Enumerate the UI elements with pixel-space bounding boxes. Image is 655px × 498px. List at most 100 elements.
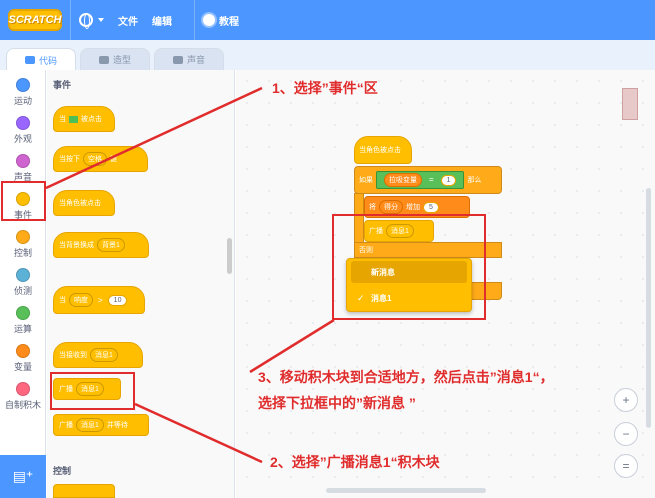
- editor-tabs: 代码 造型 声音: [0, 40, 655, 71]
- category-my-blocks[interactable]: 自制积木: [0, 380, 46, 418]
- my-blocks-color-dot: [16, 382, 30, 396]
- block-text: 将: [369, 204, 376, 211]
- annotation-step3: 3、移动积木块到合适地方，然后点击”消息1“，选择下拉框中的”新消息 ”: [258, 369, 554, 411]
- category-label: 控制: [13, 248, 32, 258]
- workspace-vertical-scrollbar[interactable]: [646, 188, 651, 428]
- file-menu[interactable]: 文件: [118, 13, 138, 28]
- menu-divider: [70, 0, 71, 40]
- highlight-broadcast-block: [50, 372, 135, 410]
- script-hat-sprite-clicked[interactable]: 当角色被点击: [354, 136, 412, 164]
- speaker-icon: [172, 55, 183, 64]
- tab-code-label: 代码: [38, 55, 57, 66]
- workspace-horizontal-scrollbar[interactable]: [326, 488, 486, 493]
- tab-costumes[interactable]: 造型: [80, 48, 150, 70]
- equals-operator[interactable]: 拉吸变量 = 1: [376, 171, 465, 189]
- variable-reporter[interactable]: 拉吸变量: [384, 173, 422, 187]
- block-when-i-receive[interactable]: 当接收到 消息1: [53, 342, 143, 368]
- palette-section-events: 事件: [53, 80, 72, 90]
- sound-color-dot: [16, 154, 30, 168]
- green-flag-icon: [69, 115, 78, 123]
- tab-costumes-label: 造型: [112, 55, 131, 65]
- loudness-dropdown[interactable]: 响度: [69, 293, 93, 307]
- block-broadcast-and-wait[interactable]: 广播 消息1 并等待: [53, 414, 149, 436]
- block-text: 当按下: [59, 156, 80, 163]
- tab-code[interactable]: 代码: [6, 48, 76, 71]
- zoom-reset-icon: =: [622, 459, 630, 473]
- scratch-logo[interactable]: SCRATCH: [8, 9, 62, 31]
- block-when-flag-clicked[interactable]: 当 被点击: [53, 106, 115, 132]
- if-else-block[interactable]: 如果 拉吸变量 = 1 那么: [354, 166, 502, 194]
- zoom-out-button[interactable]: −: [614, 422, 638, 446]
- looks-color-dot: [16, 116, 30, 130]
- block-text: 当: [59, 297, 66, 304]
- chevron-down-icon: [98, 18, 104, 22]
- key-dropdown[interactable]: 空格: [83, 152, 107, 166]
- menu-bar: SCRATCH 文件 编辑 教程: [0, 0, 655, 40]
- variables-color-dot: [16, 344, 30, 358]
- language-menu[interactable]: [79, 13, 104, 29]
- add-extension-button[interactable]: ▤⁺: [0, 455, 46, 498]
- category-sensing[interactable]: 侦测: [0, 266, 46, 304]
- block-text: 广播: [59, 422, 73, 429]
- block-text: 当接收到: [59, 352, 87, 359]
- block-when-key-pressed[interactable]: 当按下 空格 键: [53, 146, 148, 172]
- annotation-step1: 1、选择”事件“区: [272, 80, 378, 96]
- code-icon: [24, 56, 35, 64]
- palette-scrollbar[interactable]: [227, 238, 232, 274]
- then-label: 那么: [467, 177, 482, 184]
- block-control-partial[interactable]: [53, 484, 115, 498]
- tab-sounds-label: 声音: [186, 55, 205, 65]
- category-motion[interactable]: 运动: [0, 76, 46, 114]
- zoom-out-icon: −: [622, 427, 630, 441]
- category-label: 侦测: [13, 286, 32, 296]
- block-text: 当: [59, 116, 66, 123]
- annotation-step2: 2、选择”广播消息1“积木块: [270, 454, 440, 470]
- zoom-reset-button[interactable]: =: [614, 454, 638, 478]
- palette-section-control: 控制: [53, 466, 72, 476]
- operators-color-dot: [16, 306, 30, 320]
- category-looks[interactable]: 外观: [0, 114, 46, 152]
- message-dropdown[interactable]: 消息1: [76, 418, 104, 432]
- category-label: 自制积木: [4, 400, 41, 410]
- highlight-dropdown-area: [332, 214, 486, 320]
- extension-icon: ▤⁺: [12, 468, 34, 484]
- tutorials-menu[interactable]: 教程: [203, 13, 239, 28]
- block-when-greater-than[interactable]: 当 响度 > 10: [53, 286, 145, 314]
- zoom-in-button[interactable]: +: [614, 388, 638, 412]
- sensing-color-dot: [16, 268, 30, 282]
- category-list: 运动 外观 声音 事件 控制 侦测 运算 变量 自制积木: [0, 70, 46, 455]
- zoom-in-icon: +: [622, 393, 630, 407]
- brush-icon: [98, 55, 109, 64]
- message-dropdown[interactable]: 消息1: [90, 348, 118, 362]
- motion-color-dot: [16, 78, 30, 92]
- block-when-backdrop-switches[interactable]: 当背景换成 背景1: [53, 232, 149, 258]
- edit-menu[interactable]: 编辑: [152, 13, 172, 28]
- block-text: 键: [110, 156, 117, 163]
- sprite-thumbnail: [622, 88, 638, 120]
- category-label: 运动: [13, 96, 32, 106]
- category-label: 变量: [13, 362, 32, 372]
- backdrop-dropdown[interactable]: 背景1: [97, 238, 125, 252]
- lightbulb-icon: [203, 14, 215, 26]
- globe-icon: [79, 13, 93, 29]
- if-label: 如果: [359, 177, 373, 184]
- block-text: 增加: [406, 204, 420, 211]
- highlight-events-category: [1, 181, 46, 221]
- menu-divider: [194, 0, 195, 40]
- threshold-input[interactable]: 10: [107, 294, 128, 306]
- block-text: 当背景换成: [59, 242, 94, 249]
- equals-value-input[interactable]: 1: [440, 175, 457, 186]
- variable-dropdown[interactable]: 得分: [379, 200, 403, 214]
- control-color-dot: [16, 230, 30, 244]
- tutorials-label: 教程: [219, 16, 239, 28]
- block-text: 被点击: [81, 116, 102, 123]
- category-control[interactable]: 控制: [0, 228, 46, 266]
- category-operators[interactable]: 运算: [0, 304, 46, 342]
- tab-sounds[interactable]: 声音: [154, 48, 224, 70]
- category-label: 运算: [13, 324, 32, 334]
- equals-sign: =: [428, 175, 434, 184]
- block-when-sprite-clicked[interactable]: 当角色被点击: [53, 190, 115, 216]
- change-value-input[interactable]: 5: [423, 201, 439, 213]
- category-variables[interactable]: 变量: [0, 342, 46, 380]
- block-palette: 事件 当 被点击 当按下 空格 键 当角色被点击 当背景换成 背景1 当 响度 …: [47, 70, 235, 498]
